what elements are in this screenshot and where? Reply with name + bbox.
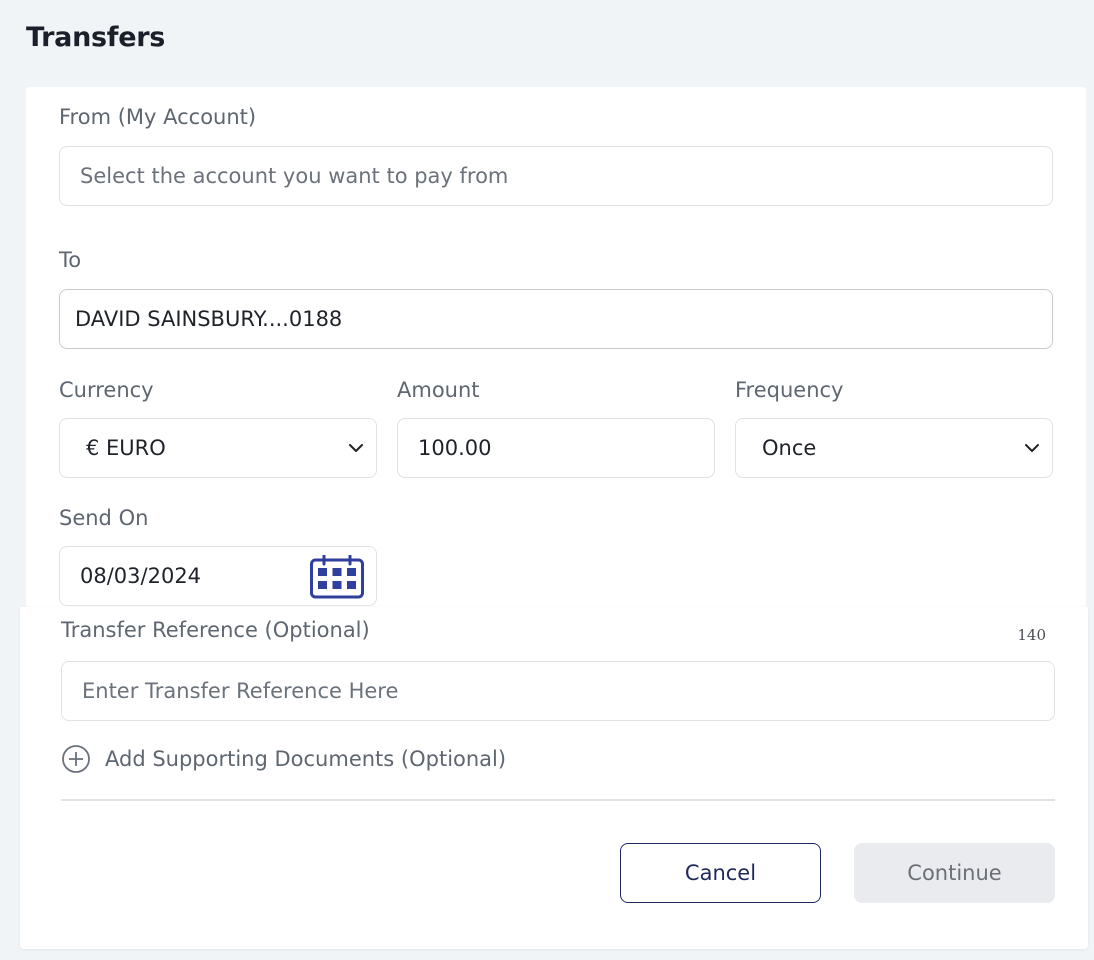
- from-account-placeholder: Select the account you want to pay from: [80, 164, 509, 188]
- amount-label: Amount: [397, 378, 480, 402]
- from-account-select[interactable]: Select the account you want to pay from: [59, 146, 1053, 206]
- plus-circle-icon: [62, 745, 90, 773]
- to-label: To: [59, 248, 82, 272]
- add-supporting-documents[interactable]: Add Supporting Documents (Optional): [61, 744, 506, 774]
- to-account-value: DAVID SAINSBURY....0188: [75, 307, 343, 331]
- continue-button[interactable]: Continue: [854, 843, 1055, 903]
- chevron-down-icon: [349, 444, 363, 452]
- amount-input[interactable]: 100.00: [397, 418, 715, 478]
- page-title: Transfers: [26, 22, 166, 53]
- amount-value: 100.00: [418, 436, 492, 460]
- chevron-down-icon: [1025, 444, 1039, 452]
- frequency-value: Once: [762, 436, 817, 460]
- send-on-label: Send On: [59, 506, 149, 530]
- frequency-select[interactable]: Once: [735, 418, 1053, 478]
- frequency-label: Frequency: [735, 378, 844, 402]
- currency-value: € EURO: [86, 436, 166, 460]
- reference-char-counter: 140: [1017, 626, 1046, 644]
- to-account-field[interactable]: DAVID SAINSBURY....0188: [59, 289, 1053, 349]
- currency-label: Currency: [59, 378, 154, 402]
- send-on-date-input[interactable]: 08/03/2024: [59, 546, 377, 606]
- transfer-reference-placeholder: Enter Transfer Reference Here: [82, 679, 399, 703]
- divider: [61, 799, 1055, 801]
- currency-select[interactable]: € EURO: [59, 418, 377, 478]
- transfer-reference-label: Transfer Reference (Optional): [61, 618, 370, 642]
- from-account-label: From (My Account): [59, 105, 257, 129]
- cancel-button[interactable]: Cancel: [620, 843, 821, 903]
- transfer-reference-input[interactable]: Enter Transfer Reference Here: [61, 661, 1055, 721]
- send-on-value: 08/03/2024: [80, 564, 202, 588]
- calendar-icon[interactable]: [310, 555, 364, 599]
- add-supporting-documents-label: Add Supporting Documents (Optional): [105, 747, 507, 771]
